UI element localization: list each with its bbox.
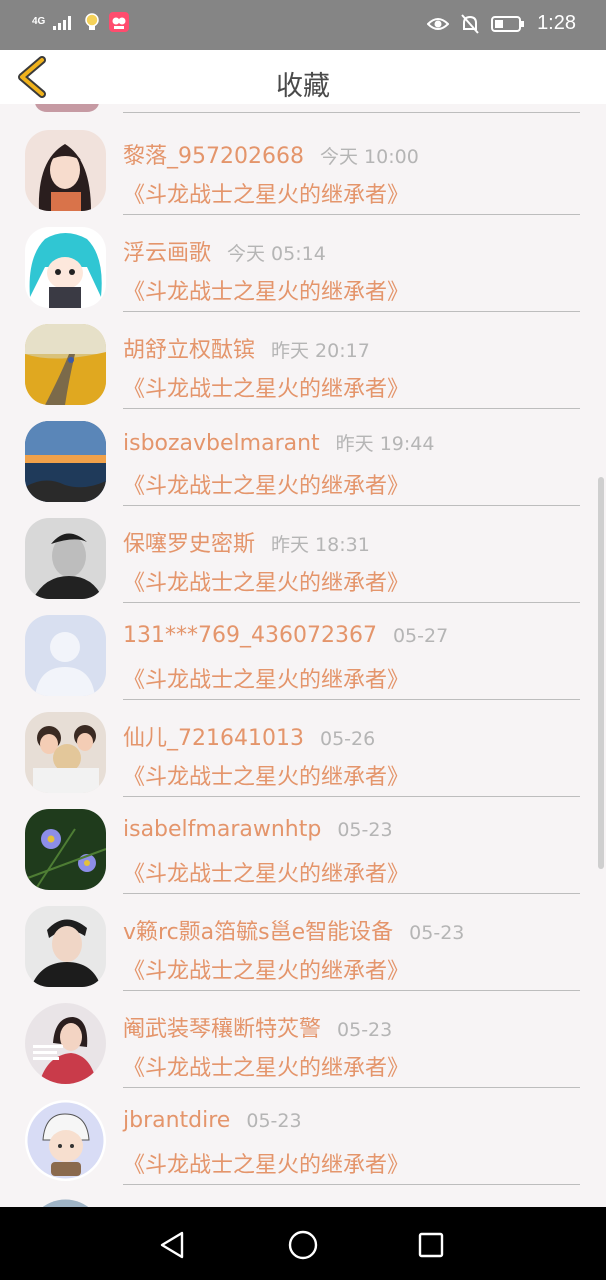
- timestamp: 05-26: [319, 728, 376, 750]
- timestamp: 05-23: [409, 922, 465, 944]
- timestamp: 今天 05:14: [227, 243, 326, 265]
- user-name: isabelfmarawnhtp 05-23: [123, 817, 393, 842]
- mute-bell-icon: [461, 13, 479, 34]
- avatar: [25, 518, 106, 599]
- divider: [123, 1087, 580, 1088]
- list-item[interactable]: isabelfmarawnhtp 05-23 《斗龙战士之星火的继承者》: [0, 799, 606, 896]
- header: 收藏: [0, 50, 606, 104]
- book-title: 《斗龙战士之星火的继承者》: [123, 668, 410, 693]
- avatar: [25, 712, 106, 793]
- timestamp: 今天 10:00: [319, 146, 419, 168]
- user-name: 浮云画歌 今天 05:14: [123, 241, 326, 266]
- battery-icon: [491, 15, 525, 32]
- scrollbar[interactable]: [598, 477, 604, 869]
- book-title: 《斗龙战士之星火的继承者》: [123, 1153, 410, 1178]
- avatar: [25, 130, 106, 211]
- divider: [123, 990, 580, 991]
- avatar: [25, 1197, 106, 1207]
- avatar: [25, 421, 106, 502]
- timestamp: 昨天 18:31: [271, 534, 370, 556]
- divider: [123, 505, 580, 506]
- timestamp: 昨天 20:17: [271, 340, 370, 362]
- book-title: 《斗龙战士之星火的继承者》: [123, 1056, 410, 1081]
- list-item-partial: [0, 1187, 606, 1207]
- timestamp: 05-23: [246, 1110, 302, 1132]
- book-title: 《斗龙战士之星火的继承者》: [123, 474, 410, 499]
- nav-home-button[interactable]: [283, 1225, 323, 1265]
- book-title: 《斗龙战士之星火的继承者》: [123, 377, 410, 402]
- status-bar: 4G 1:28: [0, 0, 606, 50]
- list-item[interactable]: 保噻罗史密斯 昨天 18:31 《斗龙战士之星火的继承者》: [0, 508, 606, 605]
- timestamp: 05-27: [392, 625, 449, 647]
- status-left: 4G: [32, 12, 130, 32]
- divider: [123, 893, 580, 894]
- timestamp: 05-23: [337, 1019, 393, 1041]
- book-title: 《斗龙战士之星火的继承者》: [123, 959, 410, 984]
- list-item-partial: [0, 104, 606, 114]
- list-item[interactable]: 胡舒立权酞镔 昨天 20:17 《斗龙战士之星火的继承者》: [0, 314, 606, 411]
- book-title: 《斗龙战士之星火的继承者》: [123, 862, 410, 887]
- divider: [123, 214, 580, 215]
- user-name: isbozavbelmarant 昨天 19:44: [123, 431, 435, 456]
- signal-icon: [53, 16, 72, 30]
- nav-recents-button[interactable]: [411, 1225, 451, 1265]
- divider: [123, 602, 580, 603]
- user-name: jbrantdire 05-23: [123, 1108, 302, 1133]
- list-item[interactable]: 131***769_436072367 05-27 《斗龙战士之星火的继承者》: [0, 605, 606, 702]
- avatar: [25, 615, 106, 696]
- user-name: 131***769_436072367 05-27: [123, 623, 449, 648]
- list-item[interactable]: 阉武装琴穰断特苂警 05-23 《斗龙战士之星火的继承者》: [0, 993, 606, 1090]
- divider: [123, 699, 580, 700]
- user-name: 胡舒立权酞镔 昨天 20:17: [123, 338, 370, 363]
- avatar: [25, 1100, 106, 1181]
- lightbulb-icon: [85, 13, 100, 30]
- partial-avatar: [35, 104, 580, 113]
- divider: [123, 408, 580, 409]
- list-item[interactable]: isbozavbelmarant 昨天 19:44 《斗龙战士之星火的继承者》: [0, 411, 606, 508]
- user-name: 黎落_957202668 今天 10:00: [123, 144, 419, 169]
- favorites-list: 黎落_957202668 今天 10:00 《斗龙战士之星火的继承者》 浮云画歌今…: [0, 104, 606, 1207]
- square-recents-icon: [418, 1232, 444, 1258]
- timestamp: 昨天 19:44: [335, 433, 435, 455]
- navigation-bar: [0, 1207, 606, 1280]
- user-name: 保噻罗史密斯 昨天 18:31: [123, 532, 370, 557]
- avatar: [25, 227, 106, 308]
- app-notification-icon: [109, 12, 130, 32]
- user-name: v籁rc颢a箔毓s邕e智能设备 05-23: [123, 920, 465, 945]
- list-item[interactable]: 浮云画歌 今天 05:14 《斗龙战士之星火的继承者》: [0, 217, 606, 314]
- divider: [123, 796, 580, 797]
- triangle-back-icon: [160, 1231, 184, 1259]
- avatar: [25, 906, 106, 987]
- list-item[interactable]: 仙儿_721641013 05-26 《斗龙战士之星火的继承者》: [0, 702, 606, 799]
- book-title: 《斗龙战士之星火的继承者》: [123, 183, 410, 208]
- clock: 1:28: [537, 12, 576, 34]
- list-item[interactable]: v籁rc颢a箔毓s邕e智能设备 05-23 《斗龙战士之星火的继承者》: [0, 896, 606, 993]
- eye-icon: [427, 17, 450, 30]
- book-title: 《斗龙战士之星火的继承者》: [123, 765, 410, 790]
- avatar: [25, 809, 106, 890]
- divider: [123, 311, 580, 312]
- timestamp: 05-23: [337, 819, 393, 841]
- status-right: 1:28: [427, 12, 576, 35]
- user-name: 阉武装琴穰断特苂警 05-23: [123, 1017, 393, 1042]
- book-title: 《斗龙战士之星火的继承者》: [123, 571, 410, 596]
- user-name: 仙儿_721641013 05-26: [123, 726, 376, 751]
- divider: [123, 1184, 580, 1185]
- circle-home-icon: [288, 1230, 318, 1260]
- avatar: [25, 324, 106, 405]
- list-item[interactable]: 黎落_957202668 今天 10:00 《斗龙战士之星火的继承者》: [0, 120, 606, 217]
- avatar: [25, 1003, 106, 1084]
- nav-back-button[interactable]: [154, 1225, 194, 1265]
- page-title: 收藏: [276, 71, 330, 102]
- network-type: 4G: [32, 16, 46, 27]
- list-item[interactable]: jbrantdire 05-23 《斗龙战士之星火的继承者》: [0, 1090, 606, 1187]
- book-title: 《斗龙战士之星火的继承者》: [123, 280, 410, 305]
